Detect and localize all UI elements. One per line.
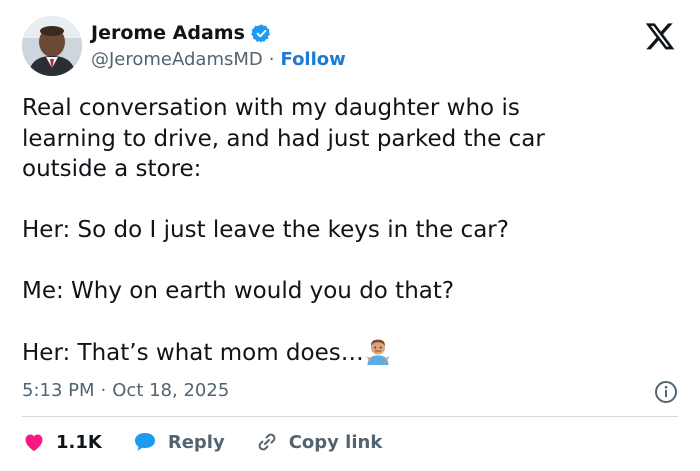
heart-icon [25, 434, 43, 451]
handle-separator: · [268, 49, 275, 70]
man-shrugging-emoji [366, 339, 390, 365]
tweet-line: Real conversation with my daughter who i… [22, 95, 520, 121]
like-count: 1.1K [56, 431, 102, 453]
display-name[interactable]: Jerome Adams [91, 22, 245, 44]
tweet-timestamp[interactable]: 5:13 PM · Oct 18, 2025 [22, 380, 229, 401]
tweet-header: Jerome Adams @JeromeAdamsMD · Follow [22, 16, 680, 80]
handle-row: @JeromeAdamsMD · Follow [91, 49, 346, 70]
avatar-image [22, 16, 82, 76]
tweet-time: 5:13 PM [22, 380, 95, 401]
copy-link-label: Copy link [288, 431, 383, 453]
tweet-line: outside a store: [22, 156, 202, 182]
reply-label: Reply [167, 431, 225, 453]
divider [22, 416, 678, 417]
x-logo-icon[interactable] [644, 20, 676, 52]
link-icon [258, 433, 276, 451]
tweet-line: Me: Why on earth would you do that? [22, 278, 455, 304]
tweet-line: Her: So do I just leave the keys in the … [22, 217, 509, 243]
timestamp-separator: · [100, 380, 107, 401]
name-row: Jerome Adams [91, 22, 272, 44]
tweet-text: Real conversation with my daughter who i… [22, 93, 662, 369]
reply-icon [134, 433, 155, 451]
info-icon[interactable] [654, 380, 678, 404]
like-button[interactable]: 1.1K [22, 430, 102, 454]
tweet-line: Her: That’s what mom does… [22, 340, 364, 366]
follow-button[interactable]: Follow [281, 49, 346, 70]
verified-badge-icon [251, 23, 270, 43]
avatar[interactable] [22, 16, 82, 76]
action-bar: 1.1K Reply Copy link [22, 430, 412, 454]
tweet-date: Oct 18, 2025 [112, 380, 230, 401]
tweet-line: learning to drive, and had just parked t… [22, 125, 545, 152]
reply-button[interactable]: Reply [132, 430, 225, 454]
handle[interactable]: @JeromeAdamsMD [91, 49, 263, 70]
copy-link-button[interactable]: Copy link [255, 430, 383, 454]
